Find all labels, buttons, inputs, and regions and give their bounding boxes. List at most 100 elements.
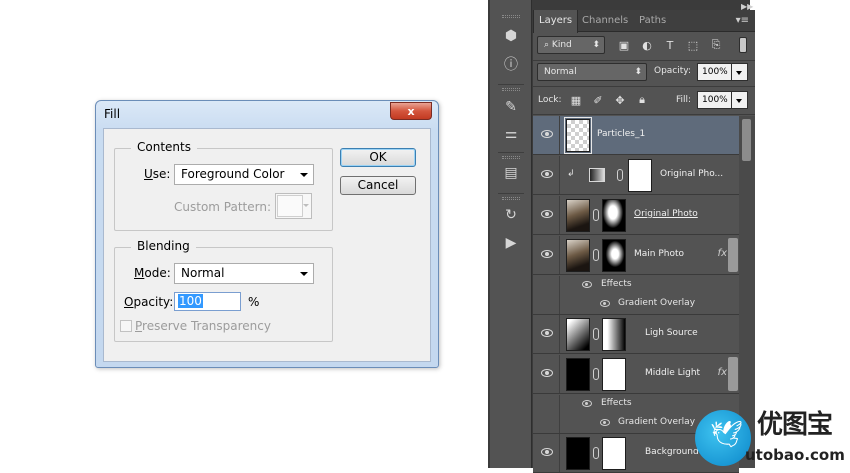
opacity-label-rest: pacity: xyxy=(133,295,174,309)
divider xyxy=(533,114,755,115)
effects-row[interactable]: Effects xyxy=(533,276,739,295)
effect-eye-icon[interactable] xyxy=(600,300,610,307)
visibility-eye-icon[interactable] xyxy=(541,170,553,178)
filter-kind-select[interactable]: ⌕ Kind ⬍ xyxy=(537,36,605,54)
layer-thumbnail xyxy=(566,358,590,391)
effects-expand-toggle[interactable] xyxy=(728,357,738,391)
cancel-button[interactable]: Cancel xyxy=(340,176,416,195)
row-separator xyxy=(559,395,560,414)
row-separator xyxy=(559,434,560,472)
watermark-chinese-text: 优图宝 xyxy=(757,410,833,440)
effects-eye-icon[interactable] xyxy=(582,281,592,288)
layer-row-ligh-source[interactable]: Ligh Source xyxy=(533,315,739,354)
link-chain-icon[interactable] xyxy=(593,209,599,221)
visibility-eye-icon[interactable] xyxy=(541,369,553,377)
divider xyxy=(533,60,755,61)
strip-grip[interactable] xyxy=(502,88,520,91)
layer-row-middle-light[interactable]: Middle Light fx xyxy=(533,355,739,394)
blending-group-title: Blending xyxy=(131,239,196,253)
layer-mask-thumbnail[interactable] xyxy=(602,437,626,470)
visibility-eye-icon[interactable] xyxy=(541,250,553,258)
strip-grip[interactable] xyxy=(502,156,520,159)
layer-effects-icon[interactable]: fx xyxy=(718,248,727,259)
layer-fill-input[interactable]: 100% xyxy=(697,91,732,109)
link-chain-icon[interactable] xyxy=(593,249,599,261)
history-icon[interactable]: ↻ xyxy=(502,206,520,224)
adjustments-icon[interactable]: ⚌ xyxy=(502,125,520,143)
layer-row-original-photo-adjustment[interactable]: ↲ Original Pho... xyxy=(533,156,739,195)
preserve-label-rest: reserve Transparency xyxy=(142,319,271,333)
visibility-eye-icon[interactable] xyxy=(541,130,553,138)
adjustment-layer-filter-icon[interactable]: ◐ xyxy=(640,38,654,52)
effects-eye-icon[interactable] xyxy=(582,400,592,407)
use-label: Use: xyxy=(144,167,170,181)
row-separator xyxy=(559,414,560,433)
link-chain-icon[interactable] xyxy=(593,368,599,380)
strip-grip[interactable] xyxy=(502,197,520,200)
gradient-overlay-row[interactable]: Gradient Overlay xyxy=(533,295,739,315)
opacity-input[interactable]: 100 xyxy=(174,292,241,311)
layer-mask-thumbnail[interactable] xyxy=(602,239,626,272)
visibility-eye-icon[interactable] xyxy=(541,448,553,456)
preserve-transparency-checkbox[interactable] xyxy=(120,320,132,332)
strip-grip[interactable] xyxy=(502,15,520,18)
lock-all-padlock-icon[interactable]: 🔒︎ xyxy=(635,93,649,107)
blend-mode-select[interactable]: Normal ⬍ xyxy=(537,63,647,81)
lock-transparent-icon[interactable]: ▦ xyxy=(569,93,583,107)
chevron-down-icon xyxy=(300,272,308,276)
opacity-unit: % xyxy=(248,295,260,309)
row-separator xyxy=(559,236,560,274)
layer-opacity-input[interactable]: 100% xyxy=(697,63,732,81)
shape-layer-filter-icon[interactable]: ⬚ xyxy=(686,38,700,52)
brush-presets-icon[interactable]: ✎ xyxy=(502,98,520,116)
layer-name: Ligh Source xyxy=(645,328,698,338)
use-label-mnemonic: U xyxy=(144,167,153,181)
lock-image-brush-icon[interactable]: ✐ xyxy=(591,93,605,107)
info-icon[interactable]: ⓘ xyxy=(502,55,520,73)
use-select[interactable]: Foreground Color xyxy=(174,164,314,185)
scrollbar-thumb[interactable] xyxy=(742,119,751,161)
opacity-dropdown-button[interactable] xyxy=(732,63,748,81)
ok-button[interactable]: OK xyxy=(340,148,416,167)
row-separator xyxy=(559,315,560,353)
layer-mask-thumbnail[interactable] xyxy=(602,358,626,391)
type-layer-filter-icon[interactable]: T xyxy=(663,38,677,52)
effects-expand-toggle[interactable] xyxy=(728,238,738,272)
link-chain-icon[interactable] xyxy=(617,169,623,181)
visibility-eye-icon[interactable] xyxy=(541,210,553,218)
updown-arrow-icon: ⬍ xyxy=(634,67,642,77)
fill-dropdown-button[interactable] xyxy=(732,91,748,109)
custom-pattern-picker[interactable] xyxy=(275,193,312,219)
mode-select[interactable]: Normal xyxy=(174,263,314,284)
tab-paths[interactable]: Paths xyxy=(634,10,671,32)
layer-row-particles[interactable]: Particles_1 xyxy=(533,116,739,155)
smart-object-filter-icon[interactable]: ⎘ xyxy=(709,38,723,52)
layer-row-main-photo[interactable]: Main Photo fx xyxy=(533,236,739,275)
layer-mask-thumbnail[interactable] xyxy=(602,318,626,351)
pattern-preview xyxy=(277,195,303,217)
close-button[interactable]: x xyxy=(390,102,432,120)
lock-position-move-icon[interactable]: ✥ xyxy=(613,93,627,107)
clone-source-icon[interactable]: ▤ xyxy=(502,164,520,182)
filter-toggle-switch[interactable] xyxy=(739,37,747,53)
layer-mask-thumbnail[interactable] xyxy=(628,159,652,192)
effect-name: Gradient Overlay xyxy=(618,298,696,308)
visibility-eye-icon[interactable] xyxy=(541,329,553,337)
layer-mask-thumbnail[interactable] xyxy=(602,199,626,232)
layer-thumbnail xyxy=(566,239,590,272)
tab-layers[interactable]: Layers xyxy=(533,10,579,33)
search-icon: ⌕ xyxy=(544,40,550,50)
pixel-layer-filter-icon[interactable]: ▣ xyxy=(617,38,631,52)
watermark-url: utobao.com xyxy=(745,446,845,464)
link-chain-icon[interactable] xyxy=(593,447,599,459)
actions-play-icon[interactable]: ▶ xyxy=(502,234,520,252)
tab-channels[interactable]: Channels xyxy=(577,10,633,32)
layer-row-original-photo[interactable]: Original Photo xyxy=(533,196,739,235)
opacity-label: Opacity: xyxy=(124,295,173,309)
link-chain-icon[interactable] xyxy=(593,328,599,340)
panel-menu-icon[interactable]: ▾≡ xyxy=(736,15,749,26)
effect-eye-icon[interactable] xyxy=(600,419,610,426)
mode-select-value: Normal xyxy=(181,266,225,280)
layer-effects-icon[interactable]: fx xyxy=(718,367,727,378)
cube-3d-icon[interactable]: ⬢ xyxy=(502,27,520,45)
